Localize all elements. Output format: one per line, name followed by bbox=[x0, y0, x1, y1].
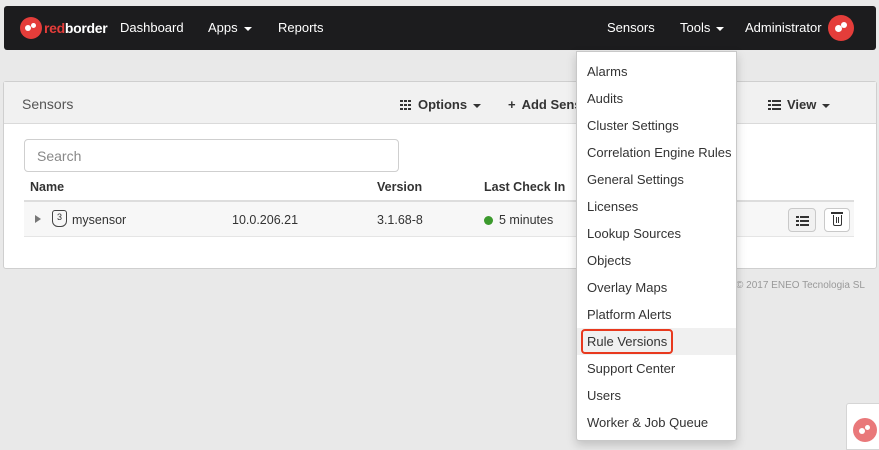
sensors-panel: Sensors Options + Add Sens View Name Vers… bbox=[3, 81, 877, 269]
sensor-version: 3.1.68-8 bbox=[377, 213, 423, 227]
column-header-last-check-in[interactable]: Last Check In bbox=[484, 180, 565, 194]
help-logo-icon bbox=[853, 418, 877, 442]
nav-dashboard[interactable]: Dashboard bbox=[120, 20, 184, 35]
add-sensor-label: Add Sens bbox=[521, 97, 582, 112]
brand-text-white: border bbox=[64, 20, 108, 36]
nav-sensors[interactable]: Sensors bbox=[607, 20, 655, 35]
chevron-down-icon bbox=[473, 103, 482, 108]
sensor-shield-icon: 3 bbox=[52, 210, 67, 227]
view-label: View bbox=[787, 97, 817, 112]
brand-text-red: red bbox=[44, 20, 65, 36]
menu-item-label: Support Center bbox=[587, 361, 676, 376]
menu-item-label: Alarms bbox=[587, 64, 628, 79]
menu-item-users[interactable]: Users bbox=[577, 382, 736, 409]
options-button[interactable]: Options bbox=[400, 97, 482, 112]
sensor-ip: 10.0.206.21 bbox=[232, 213, 299, 227]
column-header-version[interactable]: Version bbox=[377, 180, 422, 194]
menu-item-audits[interactable]: Audits bbox=[577, 85, 736, 112]
menu-item-overlay-maps[interactable]: Overlay Maps bbox=[577, 274, 736, 301]
menu-item-label: Lookup Sources bbox=[587, 226, 681, 241]
top-navbar: redborder Dashboard Apps Reports Sensors… bbox=[4, 6, 876, 50]
menu-item-label: Users bbox=[587, 388, 621, 403]
trash-icon bbox=[831, 212, 843, 226]
menu-item-label: Audits bbox=[587, 91, 624, 106]
chevron-down-icon bbox=[822, 103, 831, 108]
menu-item-correlation-engine-rules[interactable]: Correlation Engine Rules bbox=[577, 139, 736, 166]
nav-tools-label: Tools bbox=[680, 20, 711, 35]
list-icon bbox=[796, 216, 809, 226]
plus-icon: + bbox=[508, 97, 516, 112]
menu-item-label: General Settings bbox=[587, 172, 684, 187]
menu-item-label: Correlation Engine Rules bbox=[587, 145, 732, 160]
chevron-down-icon bbox=[243, 26, 252, 31]
menu-item-label: Objects bbox=[587, 253, 632, 268]
panel-title: Sensors bbox=[22, 96, 74, 112]
brand-logo[interactable]: redborder bbox=[20, 16, 108, 40]
grid-icon bbox=[400, 100, 412, 110]
panel-header: Sensors Options + Add Sens View bbox=[4, 82, 876, 124]
options-label: Options bbox=[418, 97, 468, 112]
user-avatar-icon[interactable] bbox=[828, 15, 854, 41]
nav-apps-label: Apps bbox=[208, 20, 238, 35]
menu-item-support-center[interactable]: Support Center bbox=[577, 355, 736, 382]
sensor-last-check-in: 5 minutes bbox=[484, 213, 553, 227]
menu-item-worker-job-queue[interactable]: Worker & Job Queue bbox=[577, 409, 736, 436]
add-sensor-button[interactable]: + Add Sens bbox=[508, 97, 582, 112]
menu-item-platform-alerts[interactable]: Platform Alerts bbox=[577, 301, 736, 328]
menu-item-label: Overlay Maps bbox=[587, 280, 668, 295]
help-widget[interactable] bbox=[846, 403, 879, 450]
menu-item-rule-versions[interactable]: Rule Versions bbox=[577, 328, 736, 355]
menu-item-lookup-sources[interactable]: Lookup Sources bbox=[577, 220, 736, 247]
menu-item-cluster-settings[interactable]: Cluster Settings bbox=[577, 112, 736, 139]
menu-item-objects[interactable]: Objects bbox=[577, 247, 736, 274]
nav-apps[interactable]: Apps bbox=[208, 20, 252, 35]
menu-item-label: Cluster Settings bbox=[587, 118, 679, 133]
view-button[interactable]: View bbox=[768, 97, 831, 112]
nav-tools[interactable]: Tools bbox=[680, 20, 725, 35]
menu-item-label: Worker & Job Queue bbox=[587, 415, 709, 430]
chevron-down-icon bbox=[716, 26, 725, 31]
search-input[interactable] bbox=[24, 139, 399, 172]
redborder-logo-icon bbox=[20, 17, 42, 39]
nav-reports[interactable]: Reports bbox=[278, 20, 324, 35]
tools-dropdown-menu: Alarms Audits Cluster Settings Correlati… bbox=[576, 51, 737, 441]
menu-item-label: Platform Alerts bbox=[587, 307, 672, 322]
expand-arrow-icon[interactable] bbox=[35, 215, 41, 223]
delete-button[interactable] bbox=[824, 208, 850, 232]
menu-item-label: Licenses bbox=[587, 199, 639, 214]
menu-item-alarms[interactable]: Alarms bbox=[577, 58, 736, 85]
menu-item-general-settings[interactable]: General Settings bbox=[577, 166, 736, 193]
column-header-name[interactable]: Name bbox=[30, 180, 64, 194]
menu-item-licenses[interactable]: Licenses bbox=[577, 193, 736, 220]
list-icon bbox=[768, 100, 781, 110]
nav-user-menu[interactable]: Administrator bbox=[745, 20, 822, 35]
status-dot-icon bbox=[484, 216, 493, 225]
last-check-in-value: 5 minutes bbox=[499, 213, 554, 227]
menu-item-label: Rule Versions bbox=[580, 329, 674, 354]
sensor-name[interactable]: mysensor bbox=[72, 213, 126, 227]
details-button[interactable] bbox=[788, 208, 816, 232]
copyright-footer: © 2017 ENEO Tecnologia SL bbox=[736, 280, 865, 291]
